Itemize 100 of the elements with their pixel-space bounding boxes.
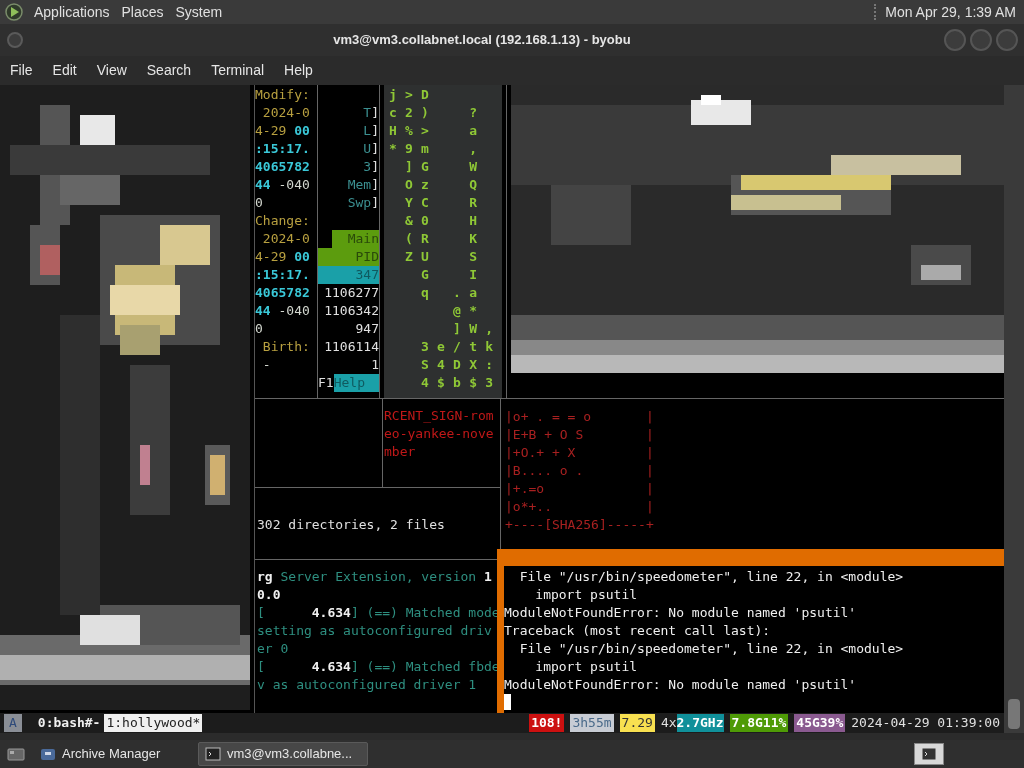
matrix-line: ]G W bbox=[404, 158, 487, 176]
window-tab[interactable]: 0:bash#- bbox=[33, 714, 105, 732]
status-item: 7.8G11% bbox=[729, 714, 789, 732]
terminal-icon bbox=[922, 748, 936, 760]
status-item: 108! bbox=[529, 714, 565, 732]
status-item: 2024-04-29 01:39:00 bbox=[850, 714, 1000, 732]
stat-line: 4065782 bbox=[255, 284, 311, 302]
panel-menu[interactable]: Places bbox=[115, 0, 170, 25]
htop-text: Mem bbox=[347, 176, 372, 194]
text-cursor bbox=[504, 694, 511, 710]
session-badge: A bbox=[4, 714, 22, 732]
terminal-line: rg Server Extension, version 1 bbox=[257, 568, 493, 586]
matrix-line: &0 H bbox=[404, 212, 487, 230]
status-item: 4x bbox=[659, 714, 677, 732]
status-item: 45G39% bbox=[794, 714, 846, 732]
workspace-switcher[interactable] bbox=[914, 743, 944, 765]
stat-line: 0 bbox=[255, 194, 264, 212]
terminal-line: import psutil bbox=[534, 658, 639, 676]
htop-text: F1 bbox=[318, 374, 334, 392]
close-button[interactable] bbox=[996, 29, 1018, 51]
matrix-line: j>D bbox=[388, 86, 439, 104]
matrix-line: @* bbox=[452, 302, 487, 320]
stat-line: Change: bbox=[255, 212, 311, 230]
htop-text: 1106114 bbox=[324, 338, 379, 356]
matrix-line: YC R bbox=[404, 194, 487, 212]
htop-text: ] bbox=[371, 140, 379, 158]
panel-handle bbox=[874, 4, 878, 20]
terminal-line: v as autoconfigured driver 1 bbox=[257, 676, 478, 694]
matrix-line: q .a bbox=[420, 284, 487, 302]
stat-line: 0 bbox=[255, 320, 264, 338]
archive-icon bbox=[40, 747, 56, 761]
matrix-line: Oz Q bbox=[404, 176, 487, 194]
stat-line: 4-29 00 bbox=[255, 122, 311, 140]
terminal-line: er 0 bbox=[257, 640, 290, 658]
matrix-line: ]W, bbox=[452, 320, 502, 338]
menu-item[interactable]: Search bbox=[140, 60, 198, 81]
menu-item[interactable]: View bbox=[90, 60, 133, 81]
matrix-line: S4DX: bbox=[420, 356, 502, 374]
matrix-line: (R K bbox=[404, 230, 487, 248]
panel-menu[interactable]: System bbox=[169, 0, 229, 25]
stat-line: 4065782 bbox=[255, 158, 311, 176]
htop-text: Main bbox=[331, 230, 379, 248]
stat-line: Birth: bbox=[261, 338, 311, 356]
stat-line: 2024-0 bbox=[261, 230, 311, 248]
htop-text: 1106342 bbox=[324, 302, 379, 320]
stat-line: :15:17. bbox=[255, 140, 311, 158]
htop-text: 1 bbox=[371, 356, 379, 374]
htop-text: ] bbox=[371, 194, 379, 212]
menu-item[interactable]: Help bbox=[278, 60, 319, 81]
terminal-line: mber bbox=[384, 443, 417, 461]
terminal-line: 302 directories, 2 files bbox=[257, 515, 445, 534]
window-menu-icon bbox=[6, 31, 24, 49]
htop-text: U bbox=[363, 140, 372, 158]
terminal-line: File "/usr/bin/speedometer", line 22, in <module> bbox=[518, 640, 905, 658]
htop-text: Help bbox=[333, 374, 379, 392]
htop-text: ] bbox=[371, 158, 379, 176]
process-row: 347 bbox=[318, 266, 379, 284]
key-randomart: |o+ . = = o | |E+B + O S | |+O.+ + X | |B.... o . | |+.=o | |o*+.. | +----[SHA256]-----+ bbox=[504, 408, 655, 534]
matrix-line: ZU S bbox=[404, 248, 487, 266]
htop-text: 3 bbox=[363, 158, 372, 176]
stat-line: 2024-0 bbox=[261, 104, 311, 122]
window-title: vm3@vm3.collabnet.local (192.168.1.13) - byobu bbox=[332, 31, 632, 50]
window-tab[interactable]: 1:hollywood* bbox=[104, 714, 203, 732]
matrix-line: 3e/tk bbox=[420, 338, 502, 356]
htop-text: 947 bbox=[355, 320, 379, 338]
terminal-line: [ 4.634] (==) Matched fbde bbox=[257, 658, 500, 676]
menu-item[interactable]: File bbox=[4, 60, 39, 81]
start-logo-icon bbox=[4, 2, 24, 22]
terminal-line: import psutil bbox=[534, 586, 639, 604]
stat-line: 44 -040 bbox=[255, 176, 311, 194]
terminal-line: eo-yankee-nove bbox=[384, 425, 495, 443]
terminal-line: Traceback (most recent call last): bbox=[504, 622, 772, 640]
status-item: 7.29 bbox=[619, 714, 655, 732]
panel-clock[interactable]: Mon Apr 29, 1:39 AM bbox=[885, 1, 1020, 23]
minimize-button[interactable] bbox=[944, 29, 966, 51]
terminal-line: RCENT_SIGN-rom bbox=[384, 407, 495, 425]
panel-menu[interactable]: Applications bbox=[28, 0, 116, 25]
stat-line: 4-29 00 bbox=[255, 248, 311, 266]
scrollbar-thumb[interactable] bbox=[1008, 699, 1020, 729]
maximize-button[interactable] bbox=[970, 29, 992, 51]
terminal-line: ModuleNotFoundError: No module named 'psutil' bbox=[504, 676, 858, 694]
taskbar-button[interactable]: vm3@vm3.collabne... bbox=[198, 742, 368, 766]
stat-line: - bbox=[261, 356, 272, 374]
menu-item[interactable]: Terminal bbox=[205, 60, 271, 81]
matrix-line: c2) ? bbox=[388, 104, 487, 122]
terminal-icon bbox=[205, 747, 221, 761]
htop-text: ] bbox=[371, 122, 379, 140]
desktop-icon bbox=[7, 746, 25, 762]
htop-text: Swp bbox=[347, 194, 372, 212]
htop-text: L bbox=[363, 122, 372, 140]
terminal-line: File "/usr/bin/speedometer", line 22, in <module> bbox=[518, 568, 905, 586]
htop-text: 1106277 bbox=[324, 284, 379, 302]
menu-item[interactable]: Edit bbox=[46, 60, 83, 81]
status-item: 3h55m bbox=[570, 714, 614, 732]
htop-text: T bbox=[363, 104, 372, 122]
status-item: 2.7GHz bbox=[676, 714, 724, 732]
taskbar-button[interactable]: Archive Manager bbox=[34, 742, 194, 766]
matrix-line: H%> a bbox=[388, 122, 487, 140]
stat-line: 44 -040 bbox=[255, 302, 311, 320]
terminal-line: setting as autoconfigured driv bbox=[257, 622, 493, 640]
